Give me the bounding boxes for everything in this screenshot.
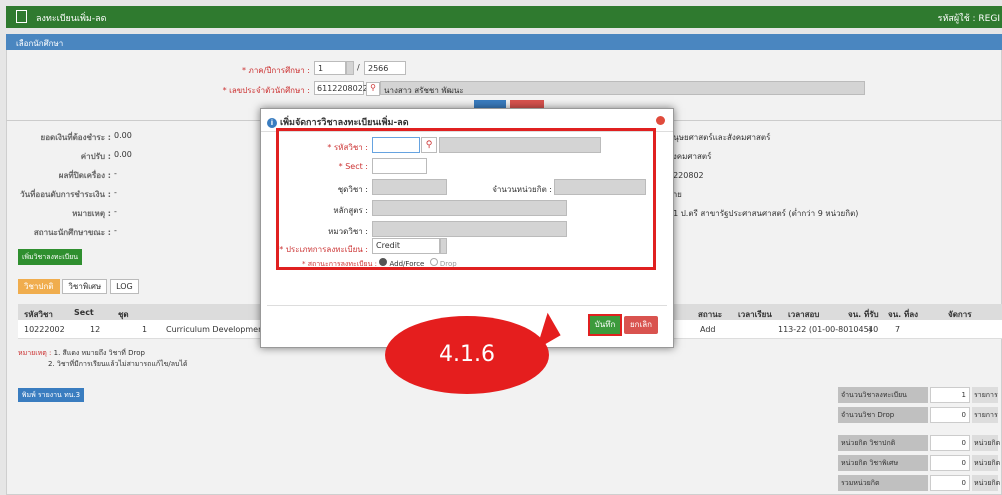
tab-bar: วิชาปกติ วิชาพิเศษ LOG xyxy=(18,279,139,294)
summary-row: จำนวนวิชา Drop 0 รายการ xyxy=(838,407,998,423)
info-row: ค่าปรับ :0.00 xyxy=(80,150,132,161)
info-row: ผลที่ปิดเครื่อง :- xyxy=(58,169,117,180)
student-id-label: * เลขประจำตัวนักศึกษา : xyxy=(222,86,310,95)
summary-row: รวมหน่วยกิต 0 หน่วยกิต xyxy=(838,475,1000,491)
info-row: วันที่ออนดับการชำระเงิน :- xyxy=(20,188,117,199)
term-dropdown-icon[interactable] xyxy=(346,61,354,75)
year-input[interactable]: 2566 xyxy=(364,61,406,75)
right-info: มนุษยศาสตร์และสังคมศาสตร์ สังคมศาสตร์ 12… xyxy=(668,133,859,218)
note: หมายเหตุ : 1. สีแดง หมายถึง วิชาที่ Drop… xyxy=(18,349,188,368)
search-button[interactable] xyxy=(474,100,506,108)
tab-special[interactable]: วิชาพิเศษ xyxy=(62,279,108,294)
app-title: ลงทะเบียนเพิ่ม-ลด xyxy=(36,14,107,24)
modal-footer-divider xyxy=(267,305,667,306)
close-icon[interactable] xyxy=(656,116,665,125)
document-icon xyxy=(16,10,27,23)
student-name-field: นางสาว สรัชชา พัฒนะ xyxy=(380,81,865,95)
search-icon[interactable]: ⚲ xyxy=(366,82,380,96)
info-row: หมายเหตุ :- xyxy=(72,207,117,218)
add-course-button[interactable]: เพิ่มวิชาลงทะเบียน xyxy=(18,249,82,265)
term-label: * ภาค/ปีการศึกษา : xyxy=(242,66,310,75)
app-header: ลงทะเบียนเพิ่ม-ลด รหัสผู้ใช้ : REGI xyxy=(6,6,1002,28)
term-select[interactable]: 1 xyxy=(314,61,346,75)
info-row: สถานะนักศึกษาขณะ :- xyxy=(33,226,117,237)
user-id: รหัสผู้ใช้ : REGI xyxy=(937,14,1000,24)
panel-header: เลือกนักศึกษา xyxy=(6,34,1002,50)
panel-title: เลือกนักศึกษา xyxy=(16,39,64,48)
student-id-input[interactable]: 61122080223 xyxy=(314,81,373,95)
summary-row: หน่วยกิต วิชาพิเศษ 0 หน่วยกิต xyxy=(838,455,1000,471)
summary-panel: จำนวนวิชาลงทะเบียน 1 รายการ จำนวนวิชา Drop… xyxy=(838,387,1000,491)
summary-row: จำนวนวิชาลงทะเบียน 1 รายการ xyxy=(838,387,998,403)
step-callout: 4.1.6 xyxy=(385,316,549,394)
left-info: ยอดเงินที่ต้องชำระ :0.00 ค่าปรับ :0.00 ผ… xyxy=(6,128,256,242)
cancel-button[interactable]: ยกเลิก xyxy=(624,316,658,334)
modal-title: i เพิ่มจัดการวิชาลงทะเบียนเพิ่ม-ลด xyxy=(267,115,409,129)
tab-log[interactable]: LOG xyxy=(110,279,139,294)
print-report-button[interactable]: พิมพ์ รายงาน ทน.3 xyxy=(18,388,84,402)
summary-row: หน่วยกิต วิชาปกติ 0 หน่วยกิต xyxy=(838,435,1000,451)
info-row: ยอดเงินที่ต้องชำระ :0.00 xyxy=(40,131,132,142)
save-button[interactable]: บันทึก xyxy=(588,314,622,336)
tab-regular[interactable]: วิชาปกติ xyxy=(18,279,60,294)
highlight-box xyxy=(276,128,656,270)
info-icon: i xyxy=(267,118,277,128)
clear-button[interactable] xyxy=(510,100,544,108)
